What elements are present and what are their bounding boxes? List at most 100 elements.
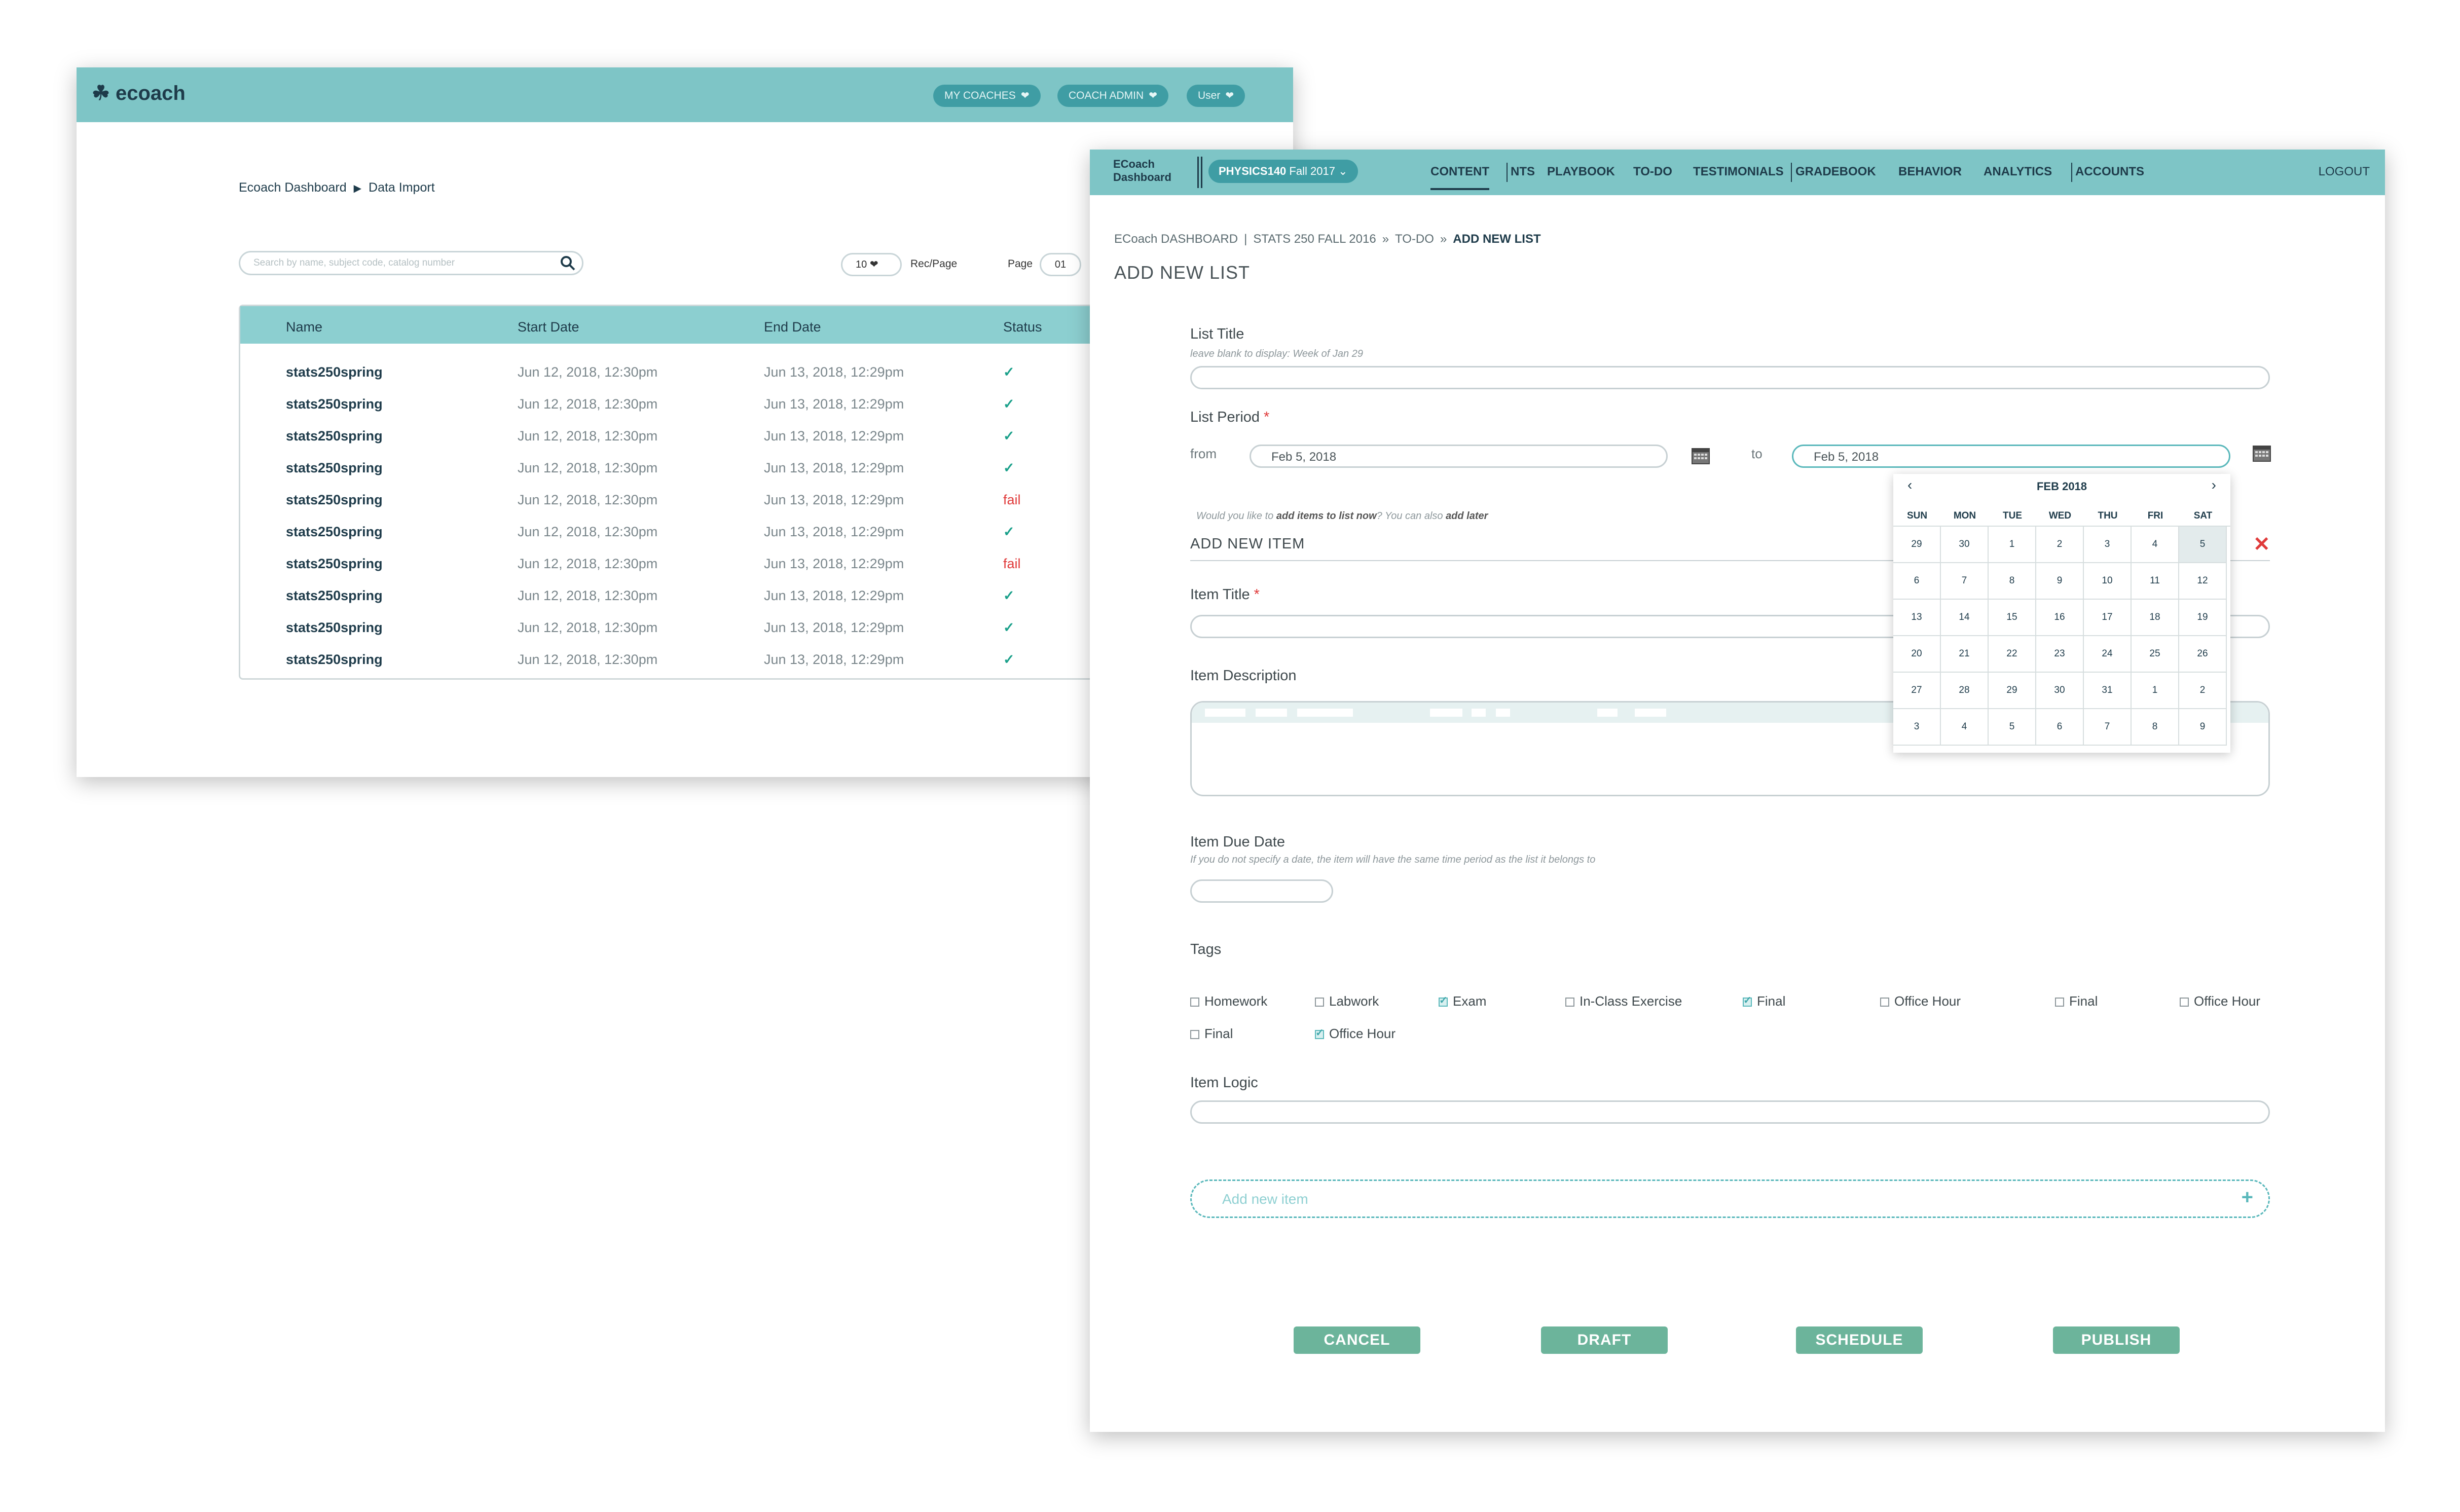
calendar-day[interactable]: 3 bbox=[2084, 527, 2132, 563]
calendar-day[interactable]: 8 bbox=[1989, 563, 2036, 600]
nav-accounts[interactable]: ACCOUNTS bbox=[2075, 165, 2144, 179]
checked-box-icon[interactable] bbox=[1743, 994, 1752, 1007]
calendar-day[interactable]: 7 bbox=[2084, 709, 2132, 746]
calendar-day[interactable]: 1 bbox=[1989, 527, 2036, 563]
calendar-day[interactable]: 17 bbox=[2084, 600, 2132, 636]
calendar-day[interactable]: 29 bbox=[1989, 673, 2036, 709]
tag-checkbox[interactable]: Exam bbox=[1439, 993, 1486, 1009]
column-header-name[interactable]: Name bbox=[286, 319, 322, 335]
calendar-day[interactable]: 1 bbox=[2132, 673, 2179, 709]
table-row[interactable]: stats250spring Jun 12, 2018, 12:30pm Jun 1… bbox=[240, 652, 1200, 684]
table-row[interactable]: stats250spring Jun 12, 2018, 12:30pm Jun 1… bbox=[240, 364, 1200, 396]
calendar-day[interactable]: 24 bbox=[2084, 636, 2132, 673]
calendar-day[interactable]: 31 bbox=[2084, 673, 2132, 709]
calendar-day[interactable]: 26 bbox=[2179, 636, 2227, 673]
toolbar-button[interactable] bbox=[1430, 709, 1462, 717]
calendar-day[interactable]: 9 bbox=[2179, 709, 2227, 746]
table-row[interactable]: stats250spring Jun 12, 2018, 12:30pm Jun 1… bbox=[240, 492, 1200, 524]
add-items-now-link[interactable]: add items to list now bbox=[1276, 510, 1377, 522]
table-row[interactable]: stats250spring Jun 12, 2018, 12:30pm Jun 1… bbox=[240, 620, 1200, 652]
draft-button[interactable]: DRAFT bbox=[1541, 1326, 1668, 1354]
ecoach-logo[interactable]: ☘ ecoach bbox=[92, 82, 186, 105]
course-selector[interactable]: PHYSICS140 Fall 2017 ⌄ bbox=[1208, 160, 1358, 183]
calendar-day-selected[interactable]: 5 bbox=[2179, 527, 2227, 563]
nav-testimonials[interactable]: TESTIMONIALS bbox=[1693, 165, 1784, 179]
unchecked-box-icon[interactable] bbox=[1190, 1030, 1199, 1039]
nav-playbook[interactable]: PLAYBOOK bbox=[1547, 165, 1615, 179]
calendar-day[interactable]: 6 bbox=[1893, 563, 1941, 600]
calendar-day[interactable]: 2 bbox=[2036, 527, 2084, 563]
toolbar-button[interactable] bbox=[1472, 709, 1486, 717]
nav-gradebook[interactable]: GRADEBOOK bbox=[1795, 165, 1876, 179]
calendar-icon[interactable] bbox=[1691, 446, 1711, 466]
tag-checkbox[interactable]: In-Class Exercise bbox=[1565, 993, 1682, 1009]
table-row[interactable]: stats250spring Jun 12, 2018, 12:30pm Jun 1… bbox=[240, 396, 1200, 428]
toolbar-button[interactable] bbox=[1205, 709, 1245, 717]
item-logic-input[interactable] bbox=[1190, 1100, 2270, 1124]
tag-checkbox[interactable]: Final bbox=[1190, 1026, 1233, 1042]
calendar-day[interactable]: 3 bbox=[1893, 709, 1941, 746]
calendar-day[interactable]: 15 bbox=[1989, 600, 2036, 636]
close-icon[interactable]: ✕ bbox=[2253, 533, 2270, 556]
add-new-item-button[interactable]: Add new item + bbox=[1190, 1179, 2270, 1218]
page-number-input[interactable]: 01 bbox=[1040, 253, 1081, 276]
calendar-day[interactable]: 2 bbox=[2179, 673, 2227, 709]
calendar-day[interactable]: 29 bbox=[1893, 527, 1941, 563]
period-to-input[interactable]: Feb 5, 2018 bbox=[1792, 445, 2230, 468]
list-title-input[interactable] bbox=[1190, 366, 2270, 389]
schedule-button[interactable]: SCHEDULE bbox=[1796, 1326, 1923, 1354]
nav-content[interactable]: CONTENT bbox=[1430, 165, 1489, 190]
unchecked-box-icon[interactable] bbox=[1190, 998, 1199, 1007]
calendar-day[interactable]: 21 bbox=[1941, 636, 1989, 673]
table-row[interactable]: stats250spring Jun 12, 2018, 12:30pm Jun 1… bbox=[240, 428, 1200, 460]
unchecked-box-icon[interactable] bbox=[1565, 998, 1574, 1007]
coach-admin-menu[interactable]: COACH ADMIN ❤ bbox=[1057, 85, 1168, 107]
calendar-day[interactable]: 18 bbox=[2132, 600, 2179, 636]
nav-nts[interactable]: NTS bbox=[1511, 165, 1535, 179]
search-input[interactable]: Search by name, subject code, catalog nu… bbox=[239, 251, 583, 275]
add-later-link[interactable]: add later bbox=[1446, 510, 1488, 522]
breadcrumb-item[interactable]: ECoach DASHBOARD bbox=[1114, 232, 1238, 246]
toolbar-button[interactable] bbox=[1256, 709, 1287, 717]
calendar-day[interactable]: 4 bbox=[1941, 709, 1989, 746]
calendar-day[interactable]: 27 bbox=[1893, 673, 1941, 709]
column-header-status[interactable]: Status bbox=[1003, 319, 1042, 335]
breadcrumb-item[interactable]: Ecoach Dashboard bbox=[239, 180, 347, 195]
next-month-button[interactable]: › bbox=[2212, 477, 2216, 493]
calendar-day[interactable]: 7 bbox=[1941, 563, 1989, 600]
unchecked-box-icon[interactable] bbox=[1315, 998, 1324, 1007]
toolbar-button[interactable] bbox=[1297, 709, 1353, 717]
cancel-button[interactable]: CANCEL bbox=[1294, 1326, 1420, 1354]
table-row[interactable]: stats250spring Jun 12, 2018, 12:30pm Jun 1… bbox=[240, 460, 1200, 492]
calendar-day[interactable]: 28 bbox=[1941, 673, 1989, 709]
calendar-day[interactable]: 13 bbox=[1893, 600, 1941, 636]
calendar-day[interactable]: 12 bbox=[2179, 563, 2227, 600]
breadcrumb-item[interactable]: STATS 250 FALL 2016 bbox=[1253, 232, 1376, 246]
calendar-day[interactable]: 5 bbox=[1989, 709, 2036, 746]
table-row[interactable]: stats250spring Jun 12, 2018, 12:30pm Jun 1… bbox=[240, 524, 1200, 556]
unchecked-box-icon[interactable] bbox=[1880, 998, 1889, 1007]
calendar-day[interactable]: 30 bbox=[1941, 527, 1989, 563]
logout-link[interactable]: LOGOUT bbox=[2319, 165, 2370, 179]
table-row[interactable]: stats250spring Jun 12, 2018, 12:30pm Jun 1… bbox=[240, 588, 1200, 620]
calendar-day[interactable]: 9 bbox=[2036, 563, 2084, 600]
search-icon[interactable] bbox=[560, 255, 576, 271]
toolbar-button[interactable] bbox=[1597, 709, 1618, 717]
calendar-day[interactable]: 10 bbox=[2084, 563, 2132, 600]
calendar-day[interactable]: 8 bbox=[2132, 709, 2179, 746]
period-from-input[interactable]: Feb 5, 2018 bbox=[1250, 445, 1668, 468]
calendar-day[interactable]: 16 bbox=[2036, 600, 2084, 636]
table-row[interactable]: stats250spring Jun 12, 2018, 12:30pm Jun 1… bbox=[240, 556, 1200, 588]
toolbar-button[interactable] bbox=[1635, 709, 1666, 717]
tag-checkbox[interactable]: Office Hour bbox=[2180, 993, 2260, 1009]
calendar-day[interactable]: 11 bbox=[2132, 563, 2179, 600]
column-header-end-date[interactable]: End Date bbox=[764, 319, 821, 335]
column-header-start-date[interactable]: Start Date bbox=[518, 319, 579, 335]
user-menu[interactable]: User ❤ bbox=[1187, 85, 1245, 107]
rec-per-page-select[interactable]: 10 ❤ bbox=[841, 253, 902, 276]
checked-box-icon[interactable] bbox=[1315, 1026, 1324, 1039]
publish-button[interactable]: PUBLISH bbox=[2053, 1326, 2180, 1354]
tag-checkbox[interactable]: Homework bbox=[1190, 993, 1267, 1009]
unchecked-box-icon[interactable] bbox=[2055, 998, 2064, 1007]
toolbar-button[interactable] bbox=[1496, 709, 1510, 717]
